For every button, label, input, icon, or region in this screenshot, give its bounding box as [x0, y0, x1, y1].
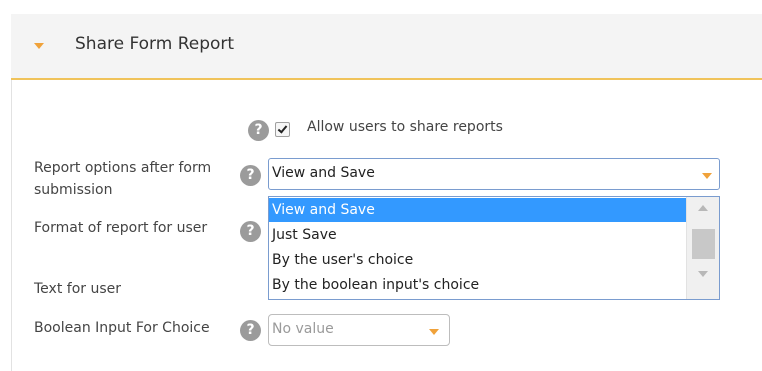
dropdown-option[interactable]: View and Save [269, 198, 686, 222]
help-icon[interactable]: ? [248, 120, 269, 141]
report-options-select[interactable]: View and Save [268, 158, 720, 190]
scroll-up-icon[interactable] [698, 205, 708, 211]
checkmark-icon [277, 123, 288, 134]
boolean-input-select[interactable]: No value [268, 314, 450, 346]
help-icon[interactable]: ? [240, 320, 261, 341]
scroll-thumb[interactable] [692, 229, 715, 259]
format-label: Format of report for user [34, 220, 208, 236]
section-header[interactable]: Share Form Report [11, 14, 762, 80]
allow-share-label: Allow users to share reports [307, 119, 503, 135]
allow-share-checkbox[interactable] [275, 122, 290, 137]
dropdown-option[interactable]: By the boolean input's choice [269, 273, 686, 297]
dropdown-scrollbar[interactable] [686, 197, 719, 299]
dropdown-option[interactable]: By the user's choice [269, 248, 686, 272]
dropdown-option[interactable]: Just Save [269, 223, 686, 247]
caret-down-icon[interactable] [34, 43, 44, 49]
chevron-down-icon [702, 173, 712, 179]
section-left-border [11, 80, 12, 371]
report-options-dropdown[interactable]: View and Save Just Save By the user's ch… [268, 196, 720, 300]
boolean-input-label: Boolean Input For Choice [34, 320, 210, 336]
report-options-value: View and Save [272, 165, 375, 181]
help-icon[interactable]: ? [240, 221, 261, 242]
help-icon[interactable]: ? [240, 165, 261, 186]
text-for-user-label: Text for user [34, 281, 122, 297]
boolean-input-value: No value [272, 321, 334, 337]
report-options-label: Report options after form submission [34, 160, 212, 198]
scroll-down-icon[interactable] [698, 271, 708, 277]
section-title: Share Form Report [75, 34, 235, 54]
chevron-down-icon [429, 329, 439, 335]
